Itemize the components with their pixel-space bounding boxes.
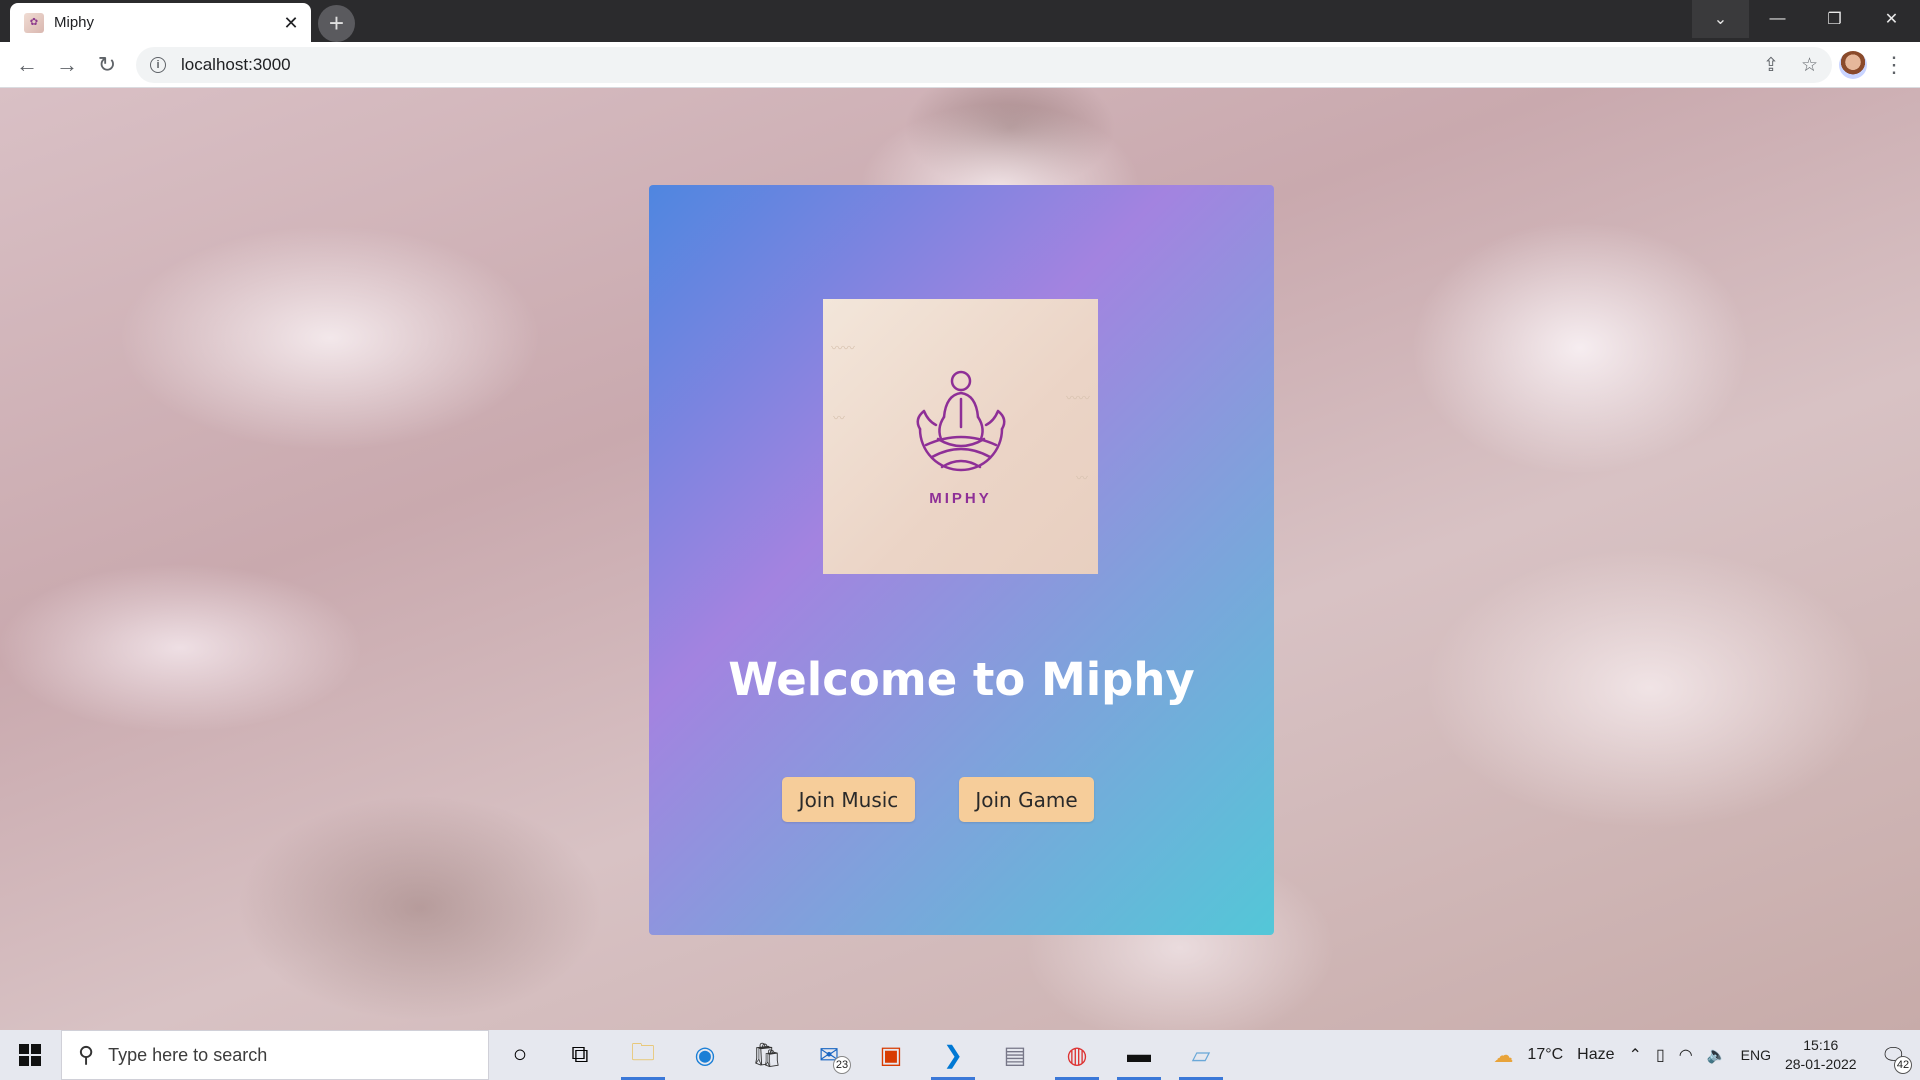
show-hidden-icons-icon[interactable]: ⌃ [1629, 1045, 1642, 1065]
office-icon[interactable]: ▣ [863, 1030, 919, 1080]
url-text[interactable]: localhost:3000 [181, 55, 291, 75]
tab-close-icon[interactable]: ✕ [281, 13, 301, 33]
omnibox-actions: ⇪ ☆ [1763, 47, 1818, 83]
windows-start-button[interactable] [0, 1030, 60, 1080]
wheat-decoration-icon: 〰〰 [831, 341, 856, 355]
page-title: Welcome to Miphy [728, 653, 1195, 706]
back-arrow-icon[interactable]: ← [9, 47, 45, 83]
store-icon[interactable]: 🛍 [739, 1030, 795, 1080]
welcome-card: 〰〰 〰 〰〰 〰 MIPHY Welcome to Miphy Join Mu… [649, 185, 1274, 935]
tab-favicon-icon: ✿ [24, 12, 44, 33]
terminal-icon[interactable]: ▬ [1111, 1030, 1167, 1080]
tab-search-chevron-down-icon[interactable]: ⌄ [1692, 0, 1749, 38]
clock-time: 15:16 [1803, 1037, 1839, 1053]
task-view-icon[interactable]: ⧉ [552, 1030, 608, 1080]
reload-icon[interactable]: ↻ [89, 47, 125, 83]
weather-icon[interactable]: ☁ [1493, 1043, 1513, 1068]
miphy-logo: 〰〰 〰 〰〰 〰 MIPHY [823, 299, 1098, 574]
taskbar-search-box[interactable]: ⚲ Type here to search [61, 1030, 489, 1080]
browser-menu-icon[interactable]: ⋮ [1882, 50, 1906, 80]
windows-logo-icon [19, 1044, 41, 1066]
site-info-icon[interactable]: i [150, 57, 166, 73]
wheat-decoration-icon: 〰 [1075, 471, 1088, 485]
taskbar: ⚲ Type here to search ○ ⧉ 🗀 ◉ 🛍 ✉ 23 ▣ ❯… [0, 1030, 1920, 1080]
language-indicator[interactable]: ENG [1741, 1047, 1771, 1063]
wheat-decoration-icon: 〰 [833, 411, 846, 425]
page-background: 〰〰 〰 〰〰 〰 MIPHY Welcome to Miphy Join Mu… [0, 88, 1920, 1030]
search-icon: ⚲ [78, 1042, 95, 1067]
share-icon[interactable]: ⇪ [1763, 54, 1779, 77]
system-tray: ☁ 17°C Haze ⌃ ▯ ◠ 🔈 ENG 15:16 28-01-2022… [1493, 1030, 1920, 1080]
restore-icon[interactable]: ❐ [1806, 0, 1863, 38]
wheat-decoration-icon: 〰〰 [1065, 391, 1090, 405]
search-placeholder[interactable]: Type here to search [108, 1045, 267, 1066]
clock[interactable]: 15:16 28-01-2022 [1785, 1036, 1857, 1074]
logo-text: MIPHY [929, 490, 992, 507]
notifications-icon[interactable]: 🗨 42 [1881, 1043, 1912, 1074]
forward-arrow-icon[interactable]: → [49, 47, 85, 83]
wifi-icon[interactable]: ◠ [1679, 1045, 1693, 1065]
clock-date: 28-01-2022 [1784, 1056, 1857, 1072]
bookmark-star-icon[interactable]: ☆ [1801, 54, 1818, 77]
file-explorer-icon[interactable]: 🗀 [615, 1030, 671, 1080]
window-controls: ⌄ — ❐ ✕ [1692, 0, 1920, 38]
meditation-figure-icon [916, 370, 1005, 472]
vscode-icon[interactable]: ❯ [925, 1030, 981, 1080]
notification-count: 42 [1894, 1055, 1912, 1074]
browser-tab[interactable]: ✿ Miphy ✕ [10, 3, 311, 42]
cortana-icon[interactable]: ○ [492, 1030, 548, 1080]
browser-titlebar: ✿ Miphy ✕ + ⌄ — ❐ ✕ [0, 0, 1920, 42]
notepad-icon[interactable]: ▱ [1173, 1030, 1229, 1080]
weather-desc[interactable]: Haze [1577, 1046, 1614, 1064]
new-tab-button[interactable]: + [318, 5, 355, 42]
mail-badge: 23 [833, 1056, 851, 1074]
edge-icon[interactable]: ◉ [677, 1030, 733, 1080]
close-window-icon[interactable]: ✕ [1863, 0, 1920, 38]
chrome-icon[interactable]: ◍ [1049, 1030, 1105, 1080]
browser-toolbar: ← → ↻ i localhost:3000 ⇪ ☆ ⋮ [0, 42, 1920, 88]
tab-title: Miphy [54, 14, 95, 31]
device-icon[interactable]: ▯ [1656, 1045, 1665, 1065]
join-game-button[interactable]: Join Game [959, 777, 1094, 822]
weather-temp[interactable]: 17°C [1527, 1046, 1563, 1064]
volume-icon[interactable]: 🔈 [1707, 1045, 1727, 1065]
join-music-button[interactable]: Join Music [782, 777, 915, 822]
address-bar[interactable]: i localhost:3000 ⇪ ☆ [136, 47, 1832, 83]
profile-avatar[interactable] [1839, 51, 1867, 79]
photos-icon[interactable]: ▤ [987, 1030, 1043, 1080]
mail-icon[interactable]: ✉ 23 [801, 1030, 857, 1080]
minimize-icon[interactable]: — [1749, 0, 1806, 38]
